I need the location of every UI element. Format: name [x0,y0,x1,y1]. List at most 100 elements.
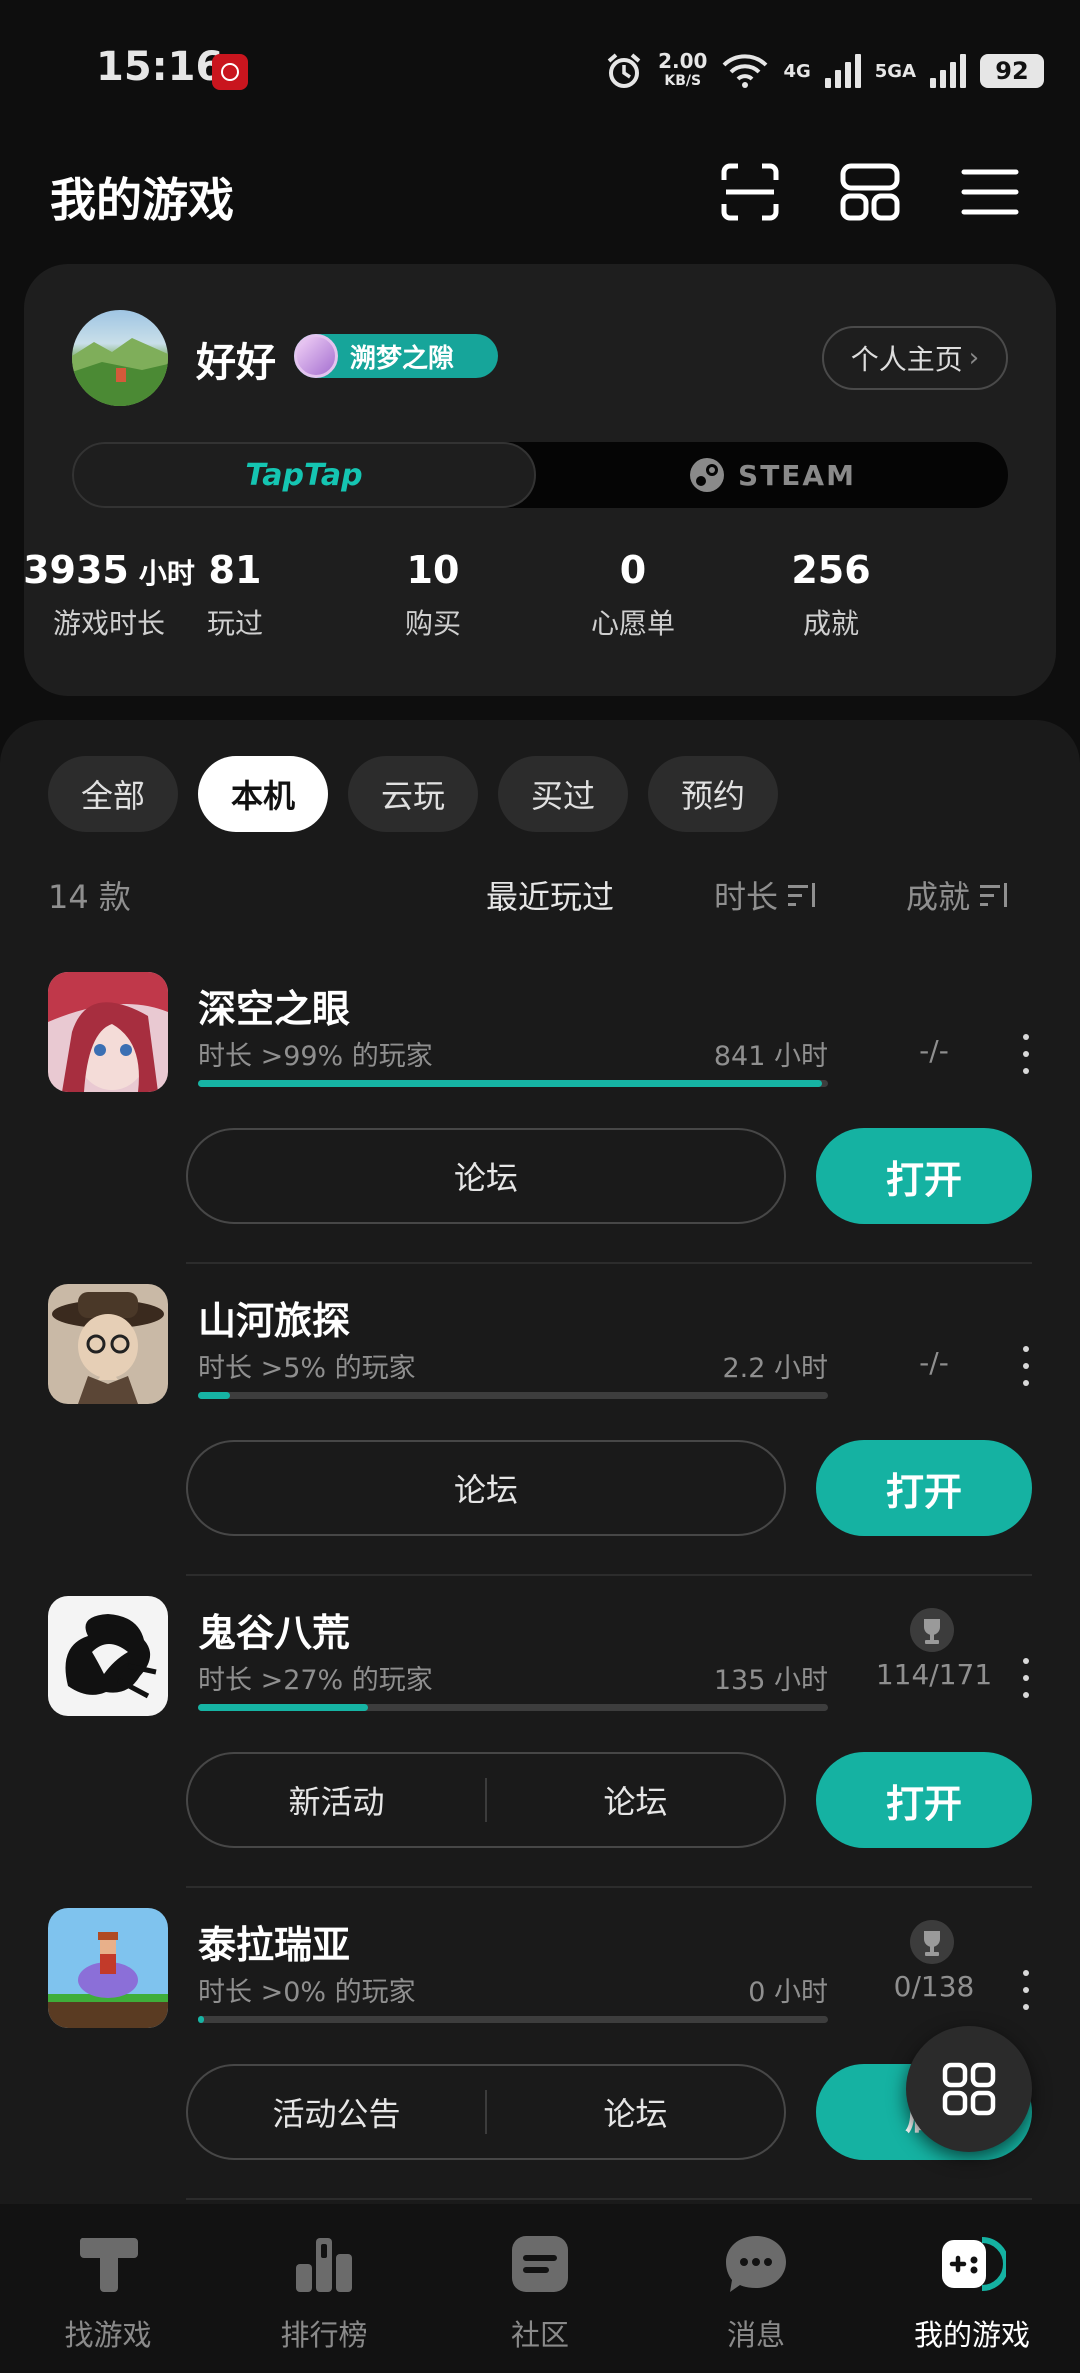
platform-tab-steam[interactable]: STEAM [536,442,1008,508]
filter-chip-cloud[interactable]: 云玩 [348,756,478,832]
row-divider [186,2198,1032,2200]
secondary-actions: 论坛 [186,1440,786,1536]
new-event-button[interactable]: 新活动 [188,1777,485,1823]
notification-app-icon [212,54,248,90]
battery-indicator: 92 [980,54,1044,88]
network-speed: 2.00 KB/S [658,49,708,89]
more-options-icon[interactable] [1022,1346,1030,1386]
forum-button[interactable]: 论坛 [487,1777,784,1823]
avatar[interactable] [72,310,168,406]
filter-chip-bought[interactable]: 买过 [498,756,628,832]
stat-purchased[interactable]: 10 购买 [338,548,528,642]
announcement-button[interactable]: 活动公告 [188,2089,485,2135]
game-name[interactable]: 山河旅探 [198,1290,350,1345]
signal-icon-2 [930,54,966,88]
message-icon [726,2236,786,2292]
stat-value: 81 [208,548,262,592]
my-games-icon [942,2237,1006,2291]
playtime-bar-fill [198,1704,369,1711]
game-count: 14 款 [48,878,131,916]
nav-item-my-games[interactable]: 我的游戏 [864,2230,1080,2354]
game-row: 深空之眼 时长 >99% 的玩家 841 小时 -/- 论坛 打开 [0,972,1080,1284]
trophy-icon [910,1920,954,1964]
playtime-bar-fill [198,1392,230,1399]
game-name[interactable]: 深空之眼 [198,978,350,1033]
more-options-icon[interactable] [1022,1658,1030,1698]
nav-item-community[interactable]: 社区 [432,2230,648,2354]
network-type-1: 4G [783,60,811,82]
stat-label: 心愿单 [590,607,675,640]
achievement-count[interactable]: 114/171 [872,1658,996,1691]
floating-grid-button[interactable] [906,2026,1032,2152]
filter-chip-reserved[interactable]: 预约 [648,756,778,832]
nav-item-find-game[interactable]: 找游戏 [0,2230,216,2354]
secondary-actions: 活动公告 论坛 [186,2064,786,2160]
stat-label: 玩过 [206,607,263,640]
game-percentile: 时长 >0% 的玩家 [198,1977,416,2008]
more-options-icon[interactable] [1022,1970,1030,2010]
game-hours: 841 小时 [713,1041,828,1072]
menu-icon[interactable] [958,160,1022,224]
stat-label: 成就 [802,607,859,640]
game-icon-shenkong[interactable] [48,972,168,1092]
username: 好好 [196,340,276,386]
forum-button[interactable]: 论坛 [188,1153,784,1199]
badge[interactable]: 溯梦之隙 [294,334,498,378]
game-hours: 2.2 小时 [722,1353,828,1384]
network-type-2: 5GA [874,60,916,82]
more-options-icon[interactable] [1022,1034,1030,1074]
game-icon-guigu[interactable] [48,1596,168,1716]
sort-icon [980,883,1008,907]
grid-icon [942,2062,996,2116]
game-row: 鬼谷八荒 时长 >27% 的玩家 135 小时 114/171 新活动 论坛 打… [0,1596,1080,1908]
leaderboard-icon [296,2238,352,2292]
stat-value: 256 [791,548,871,592]
stat-wishlist[interactable]: 0 心愿单 [538,548,728,642]
game-hours: 135 小时 [713,1665,828,1696]
row-divider [186,1574,1032,1576]
sort-achievement[interactable]: 成就 [906,872,1008,918]
nav-label: 消息 [726,2318,785,2352]
scan-icon[interactable] [718,160,782,224]
open-button[interactable]: 打开 [816,1128,1032,1224]
sort-icon [788,883,816,907]
stat-value: 0 [619,548,647,592]
sort-achievement-label: 成就 [906,878,971,916]
playtime-bar [198,1392,828,1399]
playtime-bar-fill [198,2016,205,2023]
sort-recent[interactable]: 最近玩过 [486,872,614,918]
open-button[interactable]: 打开 [816,1440,1032,1536]
game-icon-terraria[interactable] [48,1908,168,2028]
nav-label: 社区 [510,2318,569,2352]
community-icon [512,2236,568,2292]
secondary-actions: 论坛 [186,1128,786,1224]
filter-chip-local[interactable]: 本机 [198,756,328,832]
game-name[interactable]: 泰拉瑞亚 [198,1914,350,1969]
find-game-icon [79,2238,138,2292]
playtime-bar-fill [198,1080,822,1087]
badge-label: 溯梦之隙 [350,343,455,374]
row-divider [186,1262,1032,1264]
stat-achievements[interactable]: 256 成就 [736,548,926,642]
row-divider [186,1886,1032,1888]
open-button[interactable]: 打开 [816,1752,1032,1848]
stat-played[interactable]: 81 玩过 [140,548,330,642]
forum-button[interactable]: 论坛 [487,2089,784,2135]
game-name[interactable]: 鬼谷八荒 [198,1602,350,1657]
game-percentile: 时长 >5% 的玩家 [198,1353,416,1384]
wifi-icon [723,54,768,88]
game-icon-shanhe[interactable] [48,1284,168,1404]
game-row: 山河旅探 时长 >5% 的玩家 2.2 小时 -/- 论坛 打开 [0,1284,1080,1596]
bottom-nav: 找游戏 排行榜 社区 消息 我的游戏 [0,2204,1080,2373]
grid-layout-icon[interactable] [838,160,902,224]
achievement-count[interactable]: 0/138 [872,1970,996,2003]
nav-item-leaderboard[interactable]: 排行榜 [216,2230,432,2354]
filter-chip-all[interactable]: 全部 [48,756,178,832]
platform-tab-taptap[interactable]: TapTap [72,442,536,508]
nav-label: 找游戏 [64,2318,152,2352]
profile-link-button[interactable]: 个人主页 › [822,326,1008,390]
nav-item-messages[interactable]: 消息 [648,2230,864,2354]
sort-duration[interactable]: 时长 [714,872,816,918]
playtime-bar [198,1080,828,1087]
forum-button[interactable]: 论坛 [188,1465,784,1511]
